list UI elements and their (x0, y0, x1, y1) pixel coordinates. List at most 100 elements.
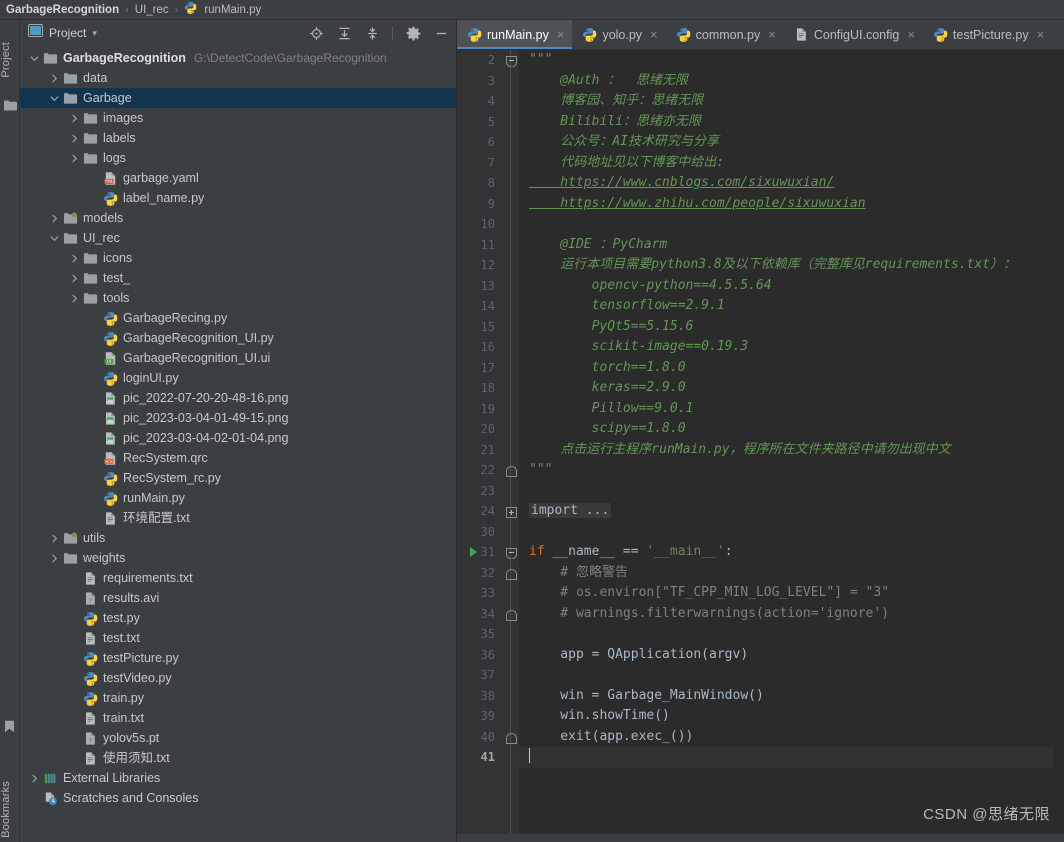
editor-tab[interactable]: runMain.py × (457, 20, 573, 49)
tree-row[interactable]: GarbageRecognition_UI.py (20, 328, 456, 348)
editor-tab[interactable]: common.py × (666, 20, 784, 49)
tree-row[interactable]: UI_rec (20, 228, 456, 248)
code-line[interactable]: https://www.zhihu.com/people/sixuwuxian (519, 194, 1064, 215)
collapse-all-icon[interactable] (361, 23, 383, 43)
editor-tab-bar[interactable]: runMain.py × yolo.py × common.py × ConfigUI.co… (457, 20, 1064, 50)
tree-row[interactable]: testPicture.py (20, 648, 456, 668)
tree-row[interactable]: YML garbage.yaml (20, 168, 456, 188)
tree-row[interactable]: weights (20, 548, 456, 568)
code-line[interactable]: opencv-python==4.5.5.64 (519, 276, 1064, 297)
run-gutter-icon[interactable] (470, 547, 477, 557)
breadcrumb-project[interactable]: GarbageRecognition (6, 4, 119, 16)
editor-tab[interactable]: testPicture.py × (923, 20, 1052, 49)
code-line[interactable]: import ... (519, 501, 1064, 522)
tool-window-button-project[interactable]: Project (0, 42, 20, 78)
tool-window-button-bookmarks[interactable]: Bookmarks (0, 781, 20, 838)
chevron-right-icon[interactable] (68, 252, 80, 264)
editor-scrollbar[interactable] (1054, 50, 1064, 834)
tree-row[interactable]: pic_2023-03-04-01-49-15.png (20, 408, 456, 428)
tree-row[interactable]: External Libraries (20, 768, 456, 788)
close-icon[interactable]: × (907, 27, 915, 42)
code-line[interactable]: 博客园、知乎：思绪无限 (519, 91, 1064, 112)
tree-row[interactable]: icons (20, 248, 456, 268)
code-line[interactable] (519, 624, 1064, 645)
fold-region-end-icon[interactable] (506, 608, 517, 621)
tree-row[interactable]: test.py (20, 608, 456, 628)
close-icon[interactable]: × (650, 27, 658, 42)
tree-row[interactable]: ? yolov5s.pt (20, 728, 456, 748)
fold-collapse-icon[interactable] (506, 546, 517, 560)
chevron-right-icon[interactable] (48, 212, 60, 224)
chevron-right-icon[interactable] (68, 272, 80, 284)
chevron-right-icon[interactable] (48, 72, 60, 84)
close-icon[interactable]: × (557, 27, 565, 42)
fold-region-end-icon[interactable] (506, 464, 517, 477)
code-line[interactable] (519, 481, 1064, 502)
tree-row[interactable]: images (20, 108, 456, 128)
code-line[interactable]: # warnings.filterwarnings(action='ignore… (519, 604, 1064, 625)
code-editor[interactable]: 2 3 4 5 6 7 8 9 10 11 12 13 14 15 16 17 18 19 20 21 22 23 24 30… (457, 50, 1064, 834)
code-line[interactable]: PyQt5==5.15.6 (519, 317, 1064, 338)
tree-row[interactable]: tools (20, 288, 456, 308)
tree-row[interactable]: label_name.py (20, 188, 456, 208)
code-line[interactable]: scipy==1.8.0 (519, 419, 1064, 440)
code-line[interactable]: """ (519, 460, 1064, 481)
expand-all-icon[interactable] (333, 23, 355, 43)
code-line[interactable]: """ (519, 50, 1064, 71)
chevron-down-icon[interactable] (48, 232, 60, 244)
code-line[interactable]: Bilibili：思绪亦无限 (519, 112, 1064, 133)
code-line[interactable]: torch==1.8.0 (519, 358, 1064, 379)
code-line[interactable]: 运行本项目需要python3.8及以下依赖库（完整库见requirements.… (519, 255, 1064, 276)
tree-row[interactable]: testVideo.py (20, 668, 456, 688)
chevron-right-icon[interactable] (68, 112, 80, 124)
tree-row[interactable]: Garbage (20, 88, 456, 108)
editor-tab[interactable]: ConfigUI.config × (784, 20, 923, 49)
breadcrumb-file[interactable]: runMain.py (204, 4, 261, 16)
chevron-down-icon[interactable]: ▾ (92, 28, 97, 39)
chevron-right-icon[interactable] (28, 772, 40, 784)
tree-row[interactable]: test.txt (20, 628, 456, 648)
close-icon[interactable]: × (768, 27, 776, 42)
code-line[interactable]: scikit-image==0.19.3 (519, 337, 1064, 358)
tree-row[interactable]: requirements.txt (20, 568, 456, 588)
tree-row[interactable]: labels (20, 128, 456, 148)
code-line[interactable]: # 忽略警告 (519, 563, 1064, 584)
tree-row[interactable]: Scratches and Consoles (20, 788, 456, 808)
code-line[interactable]: win = Garbage_MainWindow() (519, 686, 1064, 707)
fold-expand-icon[interactable] (506, 505, 517, 518)
fold-region-end-icon[interactable] (506, 567, 517, 580)
chevron-right-icon[interactable] (68, 132, 80, 144)
code-line[interactable] (519, 747, 1064, 768)
breadcrumb-folder[interactable]: UI_rec (135, 4, 169, 16)
code-line[interactable]: tensorflow==2.9.1 (519, 296, 1064, 317)
code-line[interactable]: app = QApplication(argv) (519, 645, 1064, 666)
tree-row[interactable]: RecSystem_rc.py (20, 468, 456, 488)
tree-row[interactable]: ? results.avi (20, 588, 456, 608)
tree-row[interactable]: runMain.py (20, 488, 456, 508)
code-line[interactable]: if __name__ == '__main__': (519, 542, 1064, 563)
code-line[interactable]: https://www.cnblogs.com/sixuwuxian/ (519, 173, 1064, 194)
tree-row[interactable]: pic_2022-07-20-20-48-16.png (20, 388, 456, 408)
editor-tab[interactable]: yolo.py × (572, 20, 665, 49)
code-content[interactable]: """ @Auth ： 思绪无限 博客园、知乎：思绪无限 Bilibili：思绪… (519, 50, 1064, 834)
tree-row[interactable]: GarbageRecognition G:\DetectCode\GarbageR… (20, 48, 456, 68)
locate-icon[interactable] (305, 23, 327, 43)
tree-row[interactable]: train.txt (20, 708, 456, 728)
code-line[interactable]: 点击运行主程序runMain.py，程序所在文件夹路径中请勿出现中文 (519, 440, 1064, 461)
chevron-right-icon[interactable] (48, 552, 60, 564)
tree-row[interactable]: loginUI.py (20, 368, 456, 388)
code-line[interactable]: Pillow==9.0.1 (519, 399, 1064, 420)
tree-row[interactable]: UI GarbageRecognition_UI.ui (20, 348, 456, 368)
code-line[interactable]: @IDE ：PyCharm (519, 235, 1064, 256)
tree-row[interactable]: models (20, 208, 456, 228)
tree-row[interactable]: pic_2023-03-04-02-01-04.png (20, 428, 456, 448)
code-line[interactable]: win.showTime() (519, 706, 1064, 727)
code-line[interactable]: # os.environ["TF_CPP_MIN_LOG_LEVEL"] = "… (519, 583, 1064, 604)
code-line[interactable]: exit(app.exec_()) (519, 727, 1064, 748)
close-icon[interactable]: × (1037, 27, 1045, 42)
chevron-right-icon[interactable] (48, 532, 60, 544)
code-line[interactable]: 公众号：AI技术研究与分享 (519, 132, 1064, 153)
tree-row[interactable]: utils (20, 528, 456, 548)
chevron-right-icon[interactable] (68, 292, 80, 304)
fold-region-collapse-icon[interactable] (506, 54, 517, 68)
